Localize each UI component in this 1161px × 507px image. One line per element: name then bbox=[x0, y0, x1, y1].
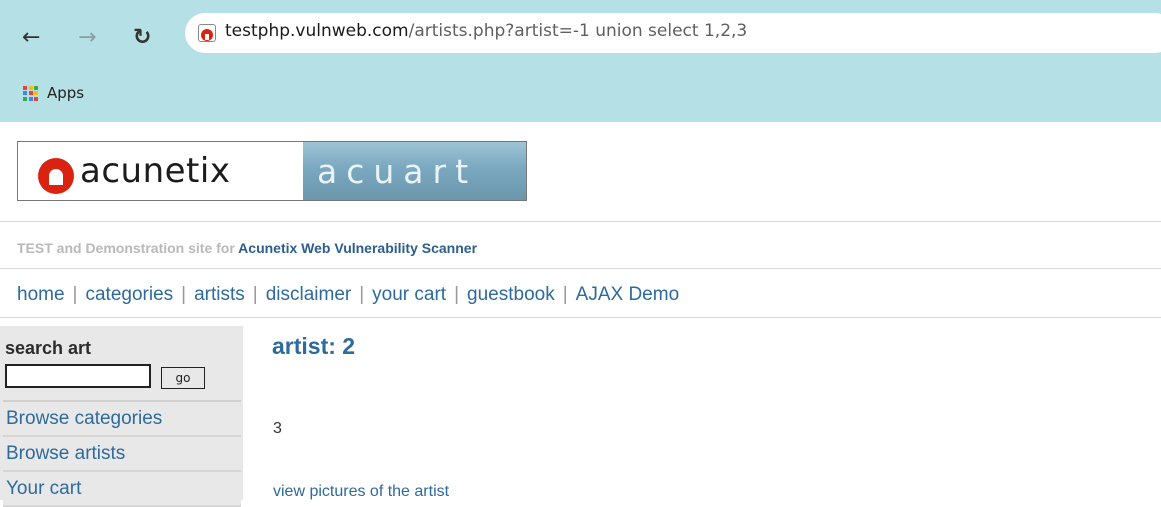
tagline: TEST and Demonstration site for Acunetix… bbox=[17, 240, 477, 256]
url-host: testphp.vulnweb.com bbox=[225, 21, 409, 41]
nav-artists[interactable]: artists bbox=[194, 284, 245, 306]
sidebar-item-browse-categories[interactable]: Browse categories bbox=[3, 402, 241, 437]
search-input[interactable] bbox=[5, 364, 151, 388]
divider bbox=[0, 221, 1161, 222]
apps-grid-dot bbox=[34, 91, 38, 95]
sidebar-item-label: Browse categories bbox=[6, 408, 163, 429]
nav-your-cart[interactable]: your cart bbox=[372, 284, 446, 306]
url-text[interactable]: testphp.vulnweb.com/artists.php?artist=-… bbox=[225, 21, 747, 41]
bookmark-apps[interactable]: Apps bbox=[23, 84, 84, 102]
nav-disclaimer[interactable]: disclaimer bbox=[266, 284, 352, 306]
divider bbox=[0, 317, 1161, 318]
back-arrow-icon[interactable]: ← bbox=[22, 27, 40, 49]
tagline-prefix: TEST and Demonstration site for bbox=[17, 240, 239, 256]
apps-grid-dot bbox=[28, 96, 33, 101]
logo-product-text: acuart bbox=[317, 151, 478, 191]
apps-grid-dot bbox=[34, 96, 38, 101]
nav-separator: | bbox=[359, 284, 365, 305]
forward-arrow-icon[interactable]: → bbox=[78, 27, 96, 49]
sidebar-item-browse-artists[interactable]: Browse artists bbox=[3, 437, 241, 472]
nav-separator: | bbox=[252, 284, 258, 305]
apps-grid-dot bbox=[23, 85, 27, 90]
sidebar-item-label: Browse artists bbox=[6, 443, 126, 464]
url-path: /artists.php?artist=-1 union select 1,2,… bbox=[408, 21, 748, 41]
search-title: search art bbox=[5, 338, 92, 358]
search-go-button[interactable]: go bbox=[161, 367, 205, 389]
acunetix-logo-icon bbox=[38, 158, 74, 194]
site-logo[interactable]: acunetix acuart bbox=[17, 141, 527, 201]
bookmark-apps-label: Apps bbox=[47, 84, 85, 102]
view-pictures-link[interactable]: view pictures of the artist bbox=[273, 483, 449, 501]
sidebar-item-label: Your cart bbox=[6, 478, 82, 499]
nav-categories[interactable]: categories bbox=[85, 284, 173, 306]
apps-grid-dot bbox=[23, 96, 27, 101]
logo-brand-area: acunetix bbox=[18, 142, 303, 200]
apps-grid-dot bbox=[23, 91, 27, 95]
nav-home[interactable]: home bbox=[17, 284, 65, 306]
apps-grid-dot bbox=[28, 91, 33, 95]
site-favicon-icon bbox=[198, 24, 216, 42]
nav-separator: | bbox=[562, 284, 568, 305]
tagline-highlight[interactable]: Acunetix Web Vulnerability Scanner bbox=[238, 240, 477, 256]
apps-grid-icon bbox=[23, 85, 38, 101]
page-title: artist: 2 bbox=[272, 333, 356, 359]
nav-ajax-demo[interactable]: AJAX Demo bbox=[576, 284, 679, 306]
logo-product-area: acuart bbox=[303, 142, 526, 200]
sidebar-item-your-cart[interactable]: Your cart bbox=[3, 472, 241, 507]
divider bbox=[0, 268, 1161, 269]
apps-grid-dot bbox=[28, 85, 33, 90]
nav-guestbook[interactable]: guestbook bbox=[467, 284, 555, 306]
apps-grid-dot bbox=[34, 85, 38, 90]
artist-info-text: 3 bbox=[273, 420, 282, 437]
nav-separator: | bbox=[72, 284, 78, 305]
nav-separator: | bbox=[454, 284, 460, 305]
nav-separator: | bbox=[181, 284, 187, 305]
logo-brand-text: acunetix bbox=[80, 151, 231, 191]
top-navigation: home | categories | artists | disclaimer | y… bbox=[17, 284, 679, 306]
reload-icon[interactable]: ↻ bbox=[133, 27, 151, 49]
